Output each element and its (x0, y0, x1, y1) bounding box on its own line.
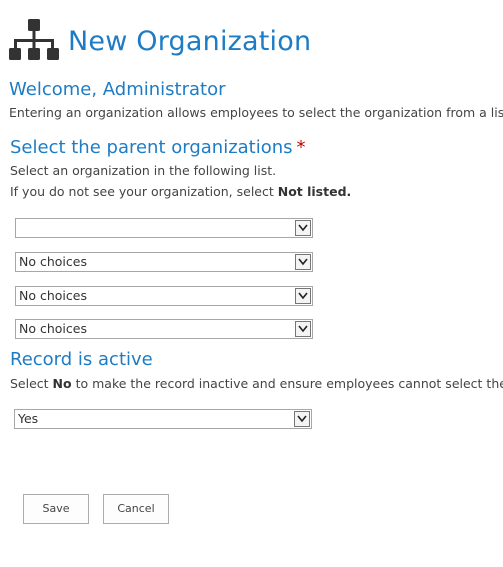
parent-help-text: Select an organization in the following … (10, 163, 277, 178)
chevron-down-icon[interactable] (295, 321, 311, 337)
select-value: No choices (19, 321, 87, 336)
record-active-help-suffix: to make the record inactive and ensure e… (75, 376, 503, 391)
parent-organization-select-4[interactable]: No choices (15, 319, 313, 339)
new-organization-page: New Organization Welcome, Administrator … (0, 0, 503, 567)
not-listed-help-prefix: If you do not see your organization, sel… (10, 184, 278, 199)
select-value: Yes (18, 411, 39, 426)
chevron-down-icon[interactable] (295, 220, 311, 236)
page-header: New Organization (8, 16, 311, 66)
record-active-heading: Record is active (10, 349, 153, 370)
save-button[interactable]: Save (23, 494, 89, 524)
record-active-help-prefix: Select (10, 376, 53, 391)
page-title: New Organization (68, 25, 312, 57)
chevron-down-icon[interactable] (294, 411, 310, 427)
not-listed-help-text: If you do not see your organization, sel… (10, 184, 503, 199)
parent-organizations-heading: Select the parent organizations * (10, 137, 306, 158)
organization-hierarchy-icon (9, 19, 59, 60)
record-active-select[interactable]: Yes (14, 409, 312, 429)
no-option-name: No (52, 376, 72, 391)
record-active-help-text: Select No to make the record inactive an… (10, 376, 503, 391)
not-listed-option-name: Not listed. (277, 184, 352, 199)
intro-text: Entering an organization allows employee… (9, 105, 503, 120)
parent-organization-select-2[interactable]: No choices (15, 252, 313, 272)
parent-organization-select-3[interactable]: No choices (15, 286, 313, 306)
chevron-down-icon[interactable] (295, 288, 311, 304)
welcome-heading: Welcome, Administrator (9, 79, 226, 100)
select-value: No choices (19, 254, 87, 269)
parent-organizations-title: Select the parent organizations (10, 137, 293, 158)
chevron-down-icon[interactable] (295, 254, 311, 270)
cancel-button[interactable]: Cancel (103, 494, 169, 524)
required-indicator: * (296, 137, 306, 158)
parent-organization-select-1[interactable] (15, 218, 313, 238)
select-value: No choices (19, 288, 87, 303)
